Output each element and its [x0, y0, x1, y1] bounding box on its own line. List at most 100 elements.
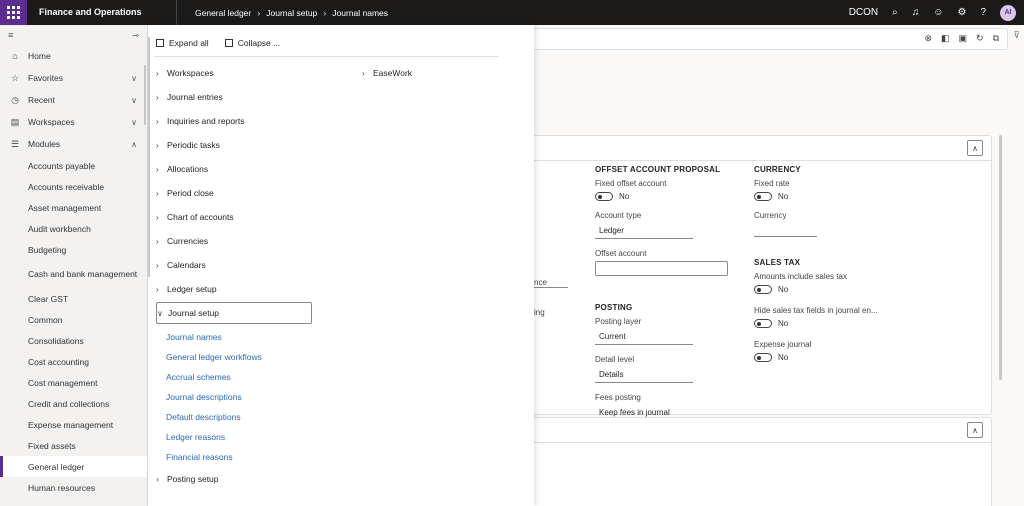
detail-level-field[interactable]: Details — [595, 367, 693, 383]
group-label: Ledger setup — [167, 284, 217, 294]
group-period-close[interactable]: › Period close — [156, 181, 312, 205]
chevron-right-icon: › — [156, 284, 159, 294]
account-type-field[interactable]: Ledger — [595, 223, 693, 239]
breadcrumb-item[interactable]: Journal setup — [266, 8, 317, 18]
module-item[interactable]: Fixed assets — [0, 435, 147, 456]
module-item[interactable]: Clear GST — [0, 288, 147, 309]
partial-label: ing — [534, 308, 545, 317]
group-allocations[interactable]: › Allocations — [156, 157, 312, 181]
field-label: Fixed rate — [754, 179, 790, 188]
chevron-right-icon: › — [156, 188, 159, 198]
second-card: ∧ — [534, 417, 992, 506]
top-right-toolbar: DCON ⌕ ♫ ☺ ⚙ ? AI — [849, 0, 1024, 25]
chevron-right-icon: › — [257, 7, 261, 18]
group-periodic-tasks[interactable]: › Periodic tasks — [156, 133, 312, 157]
link-financial-reasons[interactable]: Financial reasons — [156, 447, 312, 467]
section-title: SALES TAX — [754, 258, 801, 267]
hide-tax-toggle[interactable]: No — [754, 319, 878, 328]
module-item[interactable]: Budgeting — [0, 239, 147, 260]
group-journal-setup[interactable]: ∨ Journal setup — [156, 302, 312, 324]
chevron-down-icon: ∨ — [131, 95, 137, 105]
group-label: Allocations — [167, 164, 209, 174]
smiley-icon[interactable]: ☺ — [933, 7, 943, 18]
attachment-icon[interactable]: ▣ — [959, 33, 968, 44]
module-item[interactable]: Consolidations — [0, 330, 147, 351]
content-area: ⊗ ◧ ▣ ↻ ⧉ ⊽ ∧ nce ing OFFSET ACCOUNT PRO… — [534, 25, 1024, 506]
module-item[interactable]: Human resources — [0, 477, 147, 498]
toggle-switch[interactable] — [754, 192, 772, 201]
module-item[interactable]: Credit and collections — [0, 393, 147, 414]
link-journal-names[interactable]: Journal names — [156, 327, 312, 347]
group-chart-of-accounts[interactable]: › Chart of accounts — [156, 205, 312, 229]
nav-item-modules[interactable]: ☰ Modules ∧ — [0, 133, 147, 155]
module-item[interactable]: Audit workbench — [0, 218, 147, 239]
avatar[interactable]: AI — [1000, 4, 1016, 21]
group-calendars[interactable]: › Calendars — [156, 253, 312, 277]
group-inquiries[interactable]: › Inquiries and reports — [156, 109, 312, 133]
include-tax-toggle[interactable]: No — [754, 285, 878, 294]
partial-field-underline — [534, 287, 568, 288]
bell-icon[interactable]: ♫ — [912, 7, 920, 18]
posting-layer-field[interactable]: Current — [595, 329, 693, 345]
search-icon[interactable]: ⌕ — [892, 7, 898, 18]
group-ledger-setup[interactable]: › Ledger setup — [156, 277, 312, 301]
module-item[interactable]: Accounts receivable — [0, 176, 147, 197]
link-default-descriptions[interactable]: Default descriptions — [156, 407, 312, 427]
module-item[interactable]: Accounts payable — [0, 155, 147, 176]
collapse-button[interactable]: ∧ — [967, 140, 983, 156]
group-label: Posting setup — [167, 474, 219, 484]
link-icon[interactable]: ⊗ — [924, 33, 932, 44]
link-journal-descriptions[interactable]: Journal descriptions — [156, 387, 312, 407]
toggle-switch[interactable] — [754, 319, 772, 328]
module-item[interactable]: Cost accounting — [0, 351, 147, 372]
link-accrual-schemes[interactable]: Accrual schemes — [156, 367, 312, 387]
nav-item-recent[interactable]: ◷ Recent ∨ — [0, 89, 147, 111]
group-label: Journal entries — [167, 92, 223, 102]
hamburger-icon[interactable]: ≡ — [8, 30, 13, 40]
nav-scrollbar[interactable] — [144, 65, 146, 125]
filter-icon[interactable]: ⊽ — [1013, 30, 1020, 41]
group-easework[interactable]: › EaseWork — [362, 61, 412, 85]
breadcrumb-item[interactable]: General ledger — [195, 8, 251, 18]
pin-icon[interactable]: ⊸ — [132, 31, 139, 40]
module-item[interactable]: Cost management — [0, 372, 147, 393]
group-posting-setup[interactable]: › Posting setup — [156, 467, 312, 491]
expand-all-button[interactable]: Expand all — [156, 38, 209, 48]
module-item[interactable]: Asset management — [0, 197, 147, 218]
nav-item-workspaces[interactable]: ▤ Workspaces ∨ — [0, 111, 147, 133]
content-scrollbar[interactable] — [999, 135, 1002, 380]
fixed-rate-toggle[interactable]: No — [754, 192, 817, 201]
app-title[interactable]: Finance and Operations — [27, 0, 177, 25]
collapse-button[interactable]: ∧ — [967, 422, 983, 438]
field-label: Hide sales tax fields in journal en... — [754, 306, 878, 315]
module-item-active[interactable]: General ledger — [0, 456, 147, 477]
link-gl-workflows[interactable]: General ledger workflows — [156, 347, 312, 367]
module-item[interactable]: Cash and bank management — [0, 260, 147, 288]
collapse-all-button[interactable]: Collapse ... — [224, 38, 280, 48]
group-journal-entries[interactable]: › Journal entries — [156, 85, 312, 109]
office-icon[interactable]: ◧ — [941, 33, 950, 44]
module-item[interactable]: Common — [0, 309, 147, 330]
refresh-icon[interactable]: ↻ — [976, 33, 984, 44]
toggle-switch[interactable] — [595, 192, 613, 201]
toggle-switch[interactable] — [754, 353, 772, 362]
breadcrumb-item[interactable]: Journal names — [332, 8, 388, 18]
help-icon[interactable]: ? — [980, 7, 986, 18]
group-currencies[interactable]: › Currencies — [156, 229, 312, 253]
module-item[interactable]: Expense management — [0, 414, 147, 435]
toggle-switch[interactable] — [754, 285, 772, 294]
company-selector[interactable]: DCON — [849, 7, 878, 18]
flyout-scrollbar[interactable] — [148, 37, 150, 277]
open-new-icon[interactable]: ⧉ — [993, 33, 999, 44]
nav-item-home[interactable]: ⌂ Home — [0, 45, 147, 67]
app-launcher-button[interactable] — [0, 0, 27, 25]
group-label: EaseWork — [373, 68, 413, 78]
group-workspaces[interactable]: › Workspaces — [156, 61, 312, 85]
currency-field[interactable] — [754, 223, 817, 237]
nav-item-favorites[interactable]: ☆ Favorites ∨ — [0, 67, 147, 89]
gear-icon[interactable]: ⚙ — [957, 7, 966, 18]
expense-journal-toggle[interactable]: No — [754, 353, 878, 362]
link-ledger-reasons[interactable]: Ledger reasons — [156, 427, 312, 447]
fixed-offset-toggle[interactable]: No — [595, 192, 728, 201]
offset-account-input[interactable] — [595, 261, 728, 276]
